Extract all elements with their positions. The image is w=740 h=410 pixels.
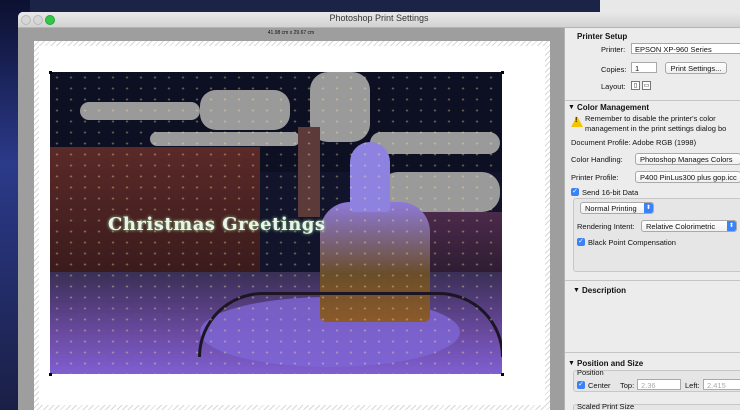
description-header: Description [582,286,627,295]
print-settings-window: Photoshop Print Settings 41.98 cm x 29.6… [18,12,740,410]
print-settings-button[interactable]: Print Settings... [665,62,727,74]
landscape-layout-icon[interactable]: ▭ [642,81,651,90]
printer-setup-header: Printer Setup [577,32,628,41]
rendering-intent-value: Relative Colorimetric [646,222,716,231]
layout-label: Layout: [601,82,626,91]
warning-mark-icon: ! [575,117,578,124]
section-divider [565,352,740,353]
popup-arrows-icon: ⬍ [644,203,653,213]
rendering-intent-popup[interactable]: Relative Colorimetric ⬍ [641,220,737,232]
triangle-down-icon[interactable]: ▼ [568,360,575,367]
color-handling-popup[interactable]: Photoshop Manages Colors [635,153,740,165]
title-bar[interactable]: Photoshop Print Settings [18,12,740,28]
normal-printing-popup[interactable]: Normal Printing ⬍ [580,202,654,214]
rendering-intent-label: Rendering Intent: [577,222,635,231]
printer-select[interactable]: EPSON XP-960 Series [631,43,740,54]
portrait-layout-icon[interactable]: ▯ [631,81,640,90]
preview-image[interactable]: Christmas Greetings [50,72,502,374]
black-point-label: Black Point Compensation [588,238,676,247]
position-group-label: Position [577,368,604,377]
copies-field[interactable]: 1 [631,62,657,73]
warning-line-1: Remember to disable the printer's color [585,114,716,123]
printer-profile-value: P400 PinLus300 plus gop.icc [640,173,737,182]
scaled-print-size-label: Scaled Print Size [577,402,635,410]
popup-arrows-icon: ⬍ [727,221,736,231]
left-label: Left: [685,381,700,390]
warning-line-2: management in the print settings dialog … [585,124,727,133]
left-field[interactable]: 2.415 [703,379,740,390]
color-handling-label: Color Handling: [571,155,623,164]
printer-label: Printer: [601,45,626,54]
center-label: Center [588,381,611,390]
bounding-handle[interactable] [49,71,52,74]
section-divider [565,280,740,281]
triangle-down-icon[interactable]: ▼ [573,287,580,294]
send-16bit-label: Send 16-bit Data [582,188,639,197]
center-checkbox[interactable]: ✓ [577,381,585,389]
paper-size-label: 41.98 cm x 29.67 cm [267,30,315,36]
color-handling-value: Photoshop Manages Colors [640,155,733,164]
color-management-header: Color Management [577,103,650,112]
document-profile: Document Profile: Adobe RGB (1998) [571,138,697,147]
top-field[interactable]: 2.36 [637,379,681,390]
window-title: Photoshop Print Settings [329,13,429,23]
settings-panel: Printer Setup Printer: EPSON XP-960 Seri… [564,28,740,410]
print-preview: 41.98 cm x 29.67 cm Christmas Greetings [18,28,564,410]
normal-printing-value: Normal Printing [585,204,637,213]
bounding-handle[interactable] [501,71,504,74]
top-label: Top: [620,381,635,390]
image-greeting-text: Christmas Greetings [108,214,326,235]
printer-profile-label: Printer Profile: [571,173,619,182]
triangle-down-icon[interactable]: ▼ [568,104,575,111]
printer-profile-popup[interactable]: P400 PinLus300 plus gop.icc [635,171,740,183]
copies-label: Copies: [601,65,627,74]
black-point-checkbox[interactable]: ✓ [577,238,585,246]
section-divider [565,100,740,101]
position-size-header: Position and Size [577,359,644,368]
bounding-handle[interactable] [501,373,504,376]
bounding-handle[interactable] [49,373,52,376]
send-16bit-checkbox[interactable]: ✓ [571,188,579,196]
